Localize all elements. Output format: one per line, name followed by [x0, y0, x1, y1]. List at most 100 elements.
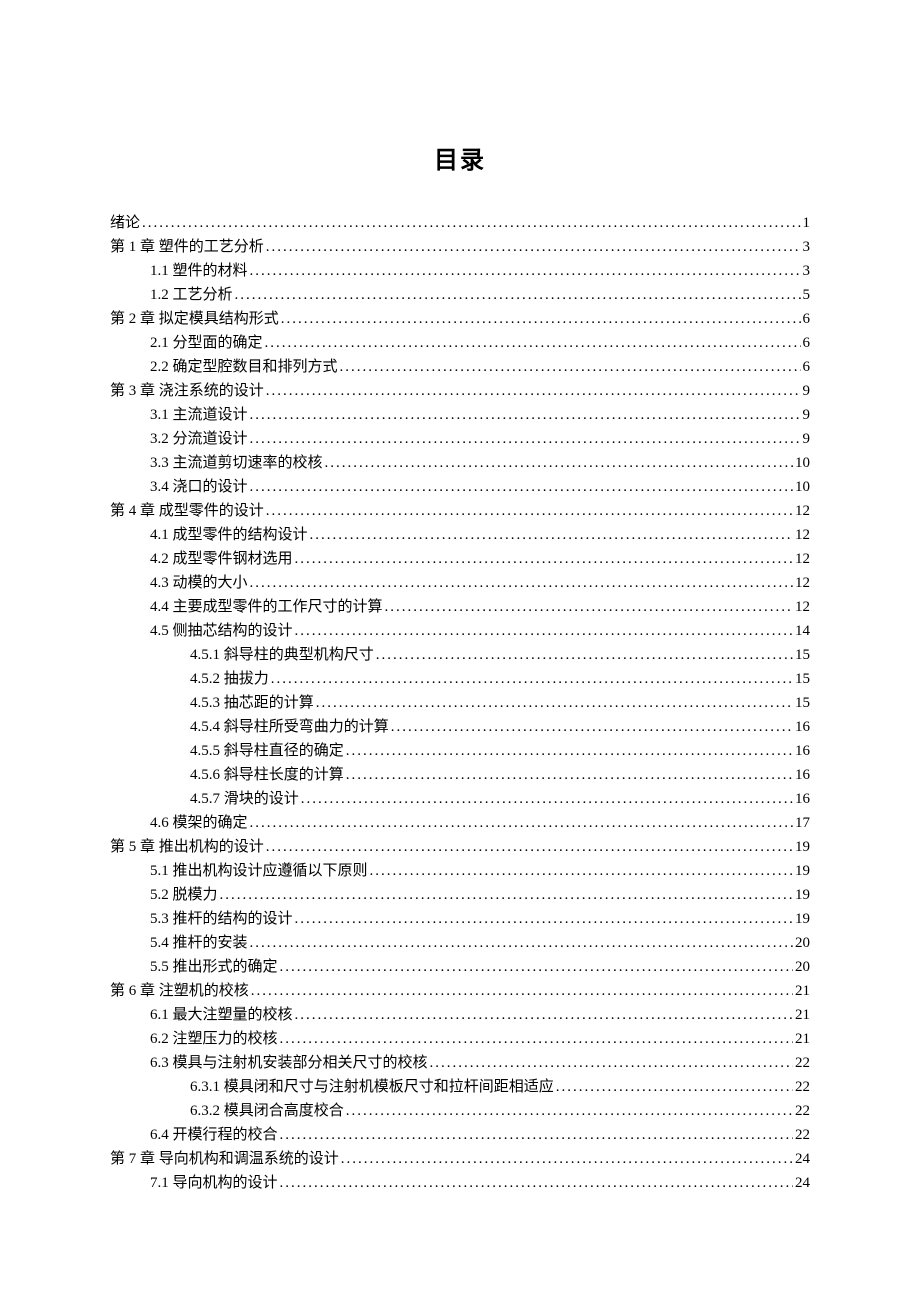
toc-entry-page: 3	[803, 259, 811, 283]
toc-entry-label: 4.2 成型零件钢材选用	[150, 547, 293, 571]
toc-entry: 第 2 章 拟定模具结构形式6	[110, 307, 810, 331]
toc-entry: 5.2 脱模力 19	[110, 883, 810, 907]
toc-dot-leader	[556, 1075, 793, 1099]
toc-entry-page: 21	[795, 1003, 810, 1027]
toc-dot-leader	[280, 1171, 793, 1195]
toc-entry-page: 15	[795, 643, 810, 667]
toc-entry: 第 3 章 浇注系统的设计9	[110, 379, 810, 403]
toc-entry-page: 21	[795, 979, 810, 1003]
toc-entry-label: 第 7 章 导向机构和调温系统的设计	[110, 1147, 339, 1171]
toc-dot-leader	[281, 307, 801, 331]
toc-entry: 绪论 1	[110, 211, 810, 235]
toc-entry-page: 19	[795, 859, 810, 883]
toc-dot-leader	[385, 595, 793, 619]
toc-entry-label: 3.4 浇口的设计	[150, 475, 248, 499]
toc-dot-leader	[295, 619, 793, 643]
toc-entry-page: 19	[795, 907, 810, 931]
toc-entry-label: 4.5.3 抽芯距的计算	[190, 691, 314, 715]
toc-entry-label: 第 1 章 塑件的工艺分析	[110, 235, 264, 259]
toc-entry-label: 3.3 主流道剪切速率的校核	[150, 451, 323, 475]
toc-entry-label: 4.6 模架的确定	[150, 811, 248, 835]
toc-entry: 4.5.2 抽拔力15	[110, 667, 810, 691]
toc-entry-label: 4.1 成型零件的结构设计	[150, 523, 308, 547]
toc-entry: 5.4 推杆的安装 20	[110, 931, 810, 955]
toc-entry-label: 5.2 脱模力	[150, 883, 218, 907]
toc-dot-leader	[295, 907, 793, 931]
toc-dot-leader	[250, 571, 793, 595]
toc-dot-leader	[220, 883, 793, 907]
toc-entry-page: 9	[803, 427, 811, 451]
toc-entry-label: 5.3 推杆的结构的设计	[150, 907, 293, 931]
toc-entry: 第 1 章 塑件的工艺分析3	[110, 235, 810, 259]
toc-dot-leader	[251, 979, 793, 1003]
toc-dot-leader	[280, 955, 793, 979]
toc-dot-leader	[301, 787, 793, 811]
toc-entry: 4.3 动模的大小12	[110, 571, 810, 595]
toc-entry-label: 5.1 推出机构设计应遵循以下原则	[150, 859, 368, 883]
toc-entry-page: 15	[795, 667, 810, 691]
toc-entry-page: 6	[803, 331, 811, 355]
toc-entry-page: 16	[795, 715, 810, 739]
toc-entry-page: 10	[795, 451, 810, 475]
toc-entry: 4.6 模架的确定17	[110, 811, 810, 835]
toc-entry-page: 5	[803, 283, 811, 307]
toc-dot-leader	[250, 259, 801, 283]
toc-entry-label: 绪论	[110, 211, 140, 235]
toc-entry-page: 20	[795, 955, 810, 979]
toc-entry: 1.2 工艺分析5	[110, 283, 810, 307]
toc-dot-leader	[325, 451, 793, 475]
toc-entry-page: 9	[803, 403, 811, 427]
toc-entry: 第 6 章 注塑机的校核 21	[110, 979, 810, 1003]
toc-dot-leader	[341, 1147, 793, 1171]
toc-entry: 6.1 最大注塑量的校核21	[110, 1003, 810, 1027]
toc-entry-label: 第 5 章 推出机构的设计	[110, 835, 264, 859]
toc-dot-leader	[346, 1099, 793, 1123]
toc-entry: 4.1 成型零件的结构设计 12	[110, 523, 810, 547]
toc-entry-page: 12	[795, 523, 810, 547]
toc-entry-label: 4.5.5 斜导柱直径的确定	[190, 739, 344, 763]
toc-entry-label: 5.5 推出形式的确定	[150, 955, 278, 979]
toc-entry-label: 4.5.6 斜导柱长度的计算	[190, 763, 344, 787]
toc-entry-label: 6.3.2 模具闭合高度校合	[190, 1099, 344, 1123]
doc-title: 目录	[110, 140, 810, 175]
toc-entry: 6.4 开模行程的校合22	[110, 1123, 810, 1147]
toc-entry-page: 12	[795, 499, 810, 523]
toc-entry: 7.1 导向机构的设计24	[110, 1171, 810, 1195]
toc-entry: 第 5 章 推出机构的设计19	[110, 835, 810, 859]
toc-entry-page: 22	[795, 1123, 810, 1147]
toc-entry-label: 4.5.1 斜导柱的典型机构尺寸	[190, 643, 374, 667]
toc-entry-page: 12	[795, 547, 810, 571]
toc-entry: 6.3.1 模具闭和尺寸与注射机模板尺寸和拉杆间距相适应22	[110, 1075, 810, 1099]
toc-dot-leader	[295, 547, 793, 571]
toc-dot-leader	[280, 1123, 793, 1147]
toc-entry: 3.3 主流道剪切速率的校核 10	[110, 451, 810, 475]
toc-entry: 2.1 分型面的确定6	[110, 331, 810, 355]
toc-entry-label: 第 6 章 注塑机的校核	[110, 979, 249, 1003]
toc-entry: 4.5.6 斜导柱长度的计算16	[110, 763, 810, 787]
toc-entry-page: 15	[795, 691, 810, 715]
toc-dot-leader	[250, 403, 801, 427]
toc-entry-label: 6.3 模具与注射机安装部分相关尺寸的校核	[150, 1051, 428, 1075]
toc-dot-leader	[430, 1051, 793, 1075]
toc-entry: 4.4 主要成型零件的工作尺寸的计算 12	[110, 595, 810, 619]
toc-dot-leader	[316, 691, 793, 715]
toc-entry: 4.5 侧抽芯结构的设计14	[110, 619, 810, 643]
toc-entry-label: 4.4 主要成型零件的工作尺寸的计算	[150, 595, 383, 619]
toc-entry-page: 16	[795, 787, 810, 811]
toc-entry: 第 4 章 成型零件的设计12	[110, 499, 810, 523]
toc-entry-page: 19	[795, 883, 810, 907]
toc-entry-label: 第 2 章 拟定模具结构形式	[110, 307, 279, 331]
toc-entry: 4.5.7 滑块的设计16	[110, 787, 810, 811]
toc-entry: 5.1 推出机构设计应遵循以下原则 19	[110, 859, 810, 883]
toc-entry: 3.2 分流道设计9	[110, 427, 810, 451]
toc-entry-page: 1	[803, 211, 811, 235]
toc-dot-leader	[250, 931, 793, 955]
toc-entry-page: 12	[795, 595, 810, 619]
toc-entry-page: 20	[795, 931, 810, 955]
toc-entry: 4.5.3 抽芯距的计算 15	[110, 691, 810, 715]
toc-entry: 6.2 注塑压力的校核21	[110, 1027, 810, 1051]
toc-entry: 4.5.4 斜导柱所受弯曲力的计算16	[110, 715, 810, 739]
toc-entry-label: 5.4 推杆的安装	[150, 931, 248, 955]
toc-entry: 第 7 章 导向机构和调温系统的设计24	[110, 1147, 810, 1171]
toc-dot-leader	[266, 235, 801, 259]
